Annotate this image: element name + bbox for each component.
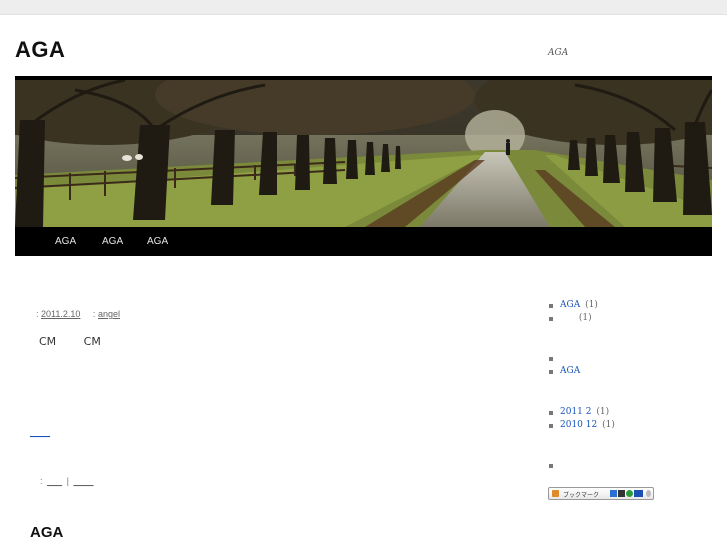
footer-prefix: : — [40, 476, 43, 486]
page-item: AGA — [548, 365, 580, 378]
bookmark-label: ブックマーク — [563, 492, 600, 499]
plus-icon — [646, 490, 651, 497]
nav-item-2[interactable]: AGA — [102, 236, 123, 247]
meta-item — [548, 459, 560, 472]
buzzurl-icon — [634, 490, 643, 497]
date-prefix: : — [36, 309, 39, 319]
post-footer: : ___ | ____ — [40, 476, 95, 486]
post-body-text-1: CM — [39, 335, 57, 348]
page: AGA AGA AGA AGA AGA: 2011.2.10: angel … — [0, 15, 727, 545]
site-description: AGA — [548, 48, 569, 58]
post-body-text-2: CM — [83, 335, 101, 348]
archive-count: (1) — [602, 420, 615, 430]
pages-widget: AGA — [548, 352, 580, 378]
page-link[interactable]: AGA — [560, 366, 580, 376]
social-bookmark-button[interactable]: ブックマーク — [548, 487, 654, 500]
archive-item: 2011 2 (1) — [548, 406, 615, 419]
main-navigation: AGA AGA AGA — [15, 227, 712, 256]
bookmark-icon — [552, 490, 559, 497]
category-count: (1) — [578, 313, 592, 323]
post-date-link[interactable]: 2011.2.10 — [41, 309, 80, 319]
next-post-title[interactable]: AGA — [30, 524, 63, 541]
top-bar — [0, 0, 727, 15]
category-item: AGA (1) — [548, 299, 598, 312]
page-item — [548, 352, 580, 365]
site-title[interactable]: AGA — [15, 37, 65, 63]
header-banner-image — [15, 80, 712, 227]
nav-item-1[interactable]: AGA — [55, 236, 76, 247]
category-item: (1) — [548, 312, 598, 325]
post-category-link[interactable]: ___ — [47, 476, 62, 486]
post-body: CM CM — [39, 335, 125, 348]
meta-widget — [548, 459, 560, 472]
read-more-link[interactable]: ____ — [30, 427, 50, 437]
post-author-link[interactable]: angel — [98, 309, 120, 319]
nav-item-3[interactable]: AGA — [147, 236, 168, 247]
archive-link[interactable]: 2011 2 — [560, 407, 592, 417]
archive-link[interactable]: 2010 12 — [560, 420, 597, 430]
category-count: (1) — [585, 300, 598, 310]
post-comments-link[interactable]: ____ — [73, 476, 93, 486]
post-meta: : 2011.2.10 : angel — [36, 309, 120, 319]
archive-count: (1) — [596, 407, 610, 417]
hatena-icon — [610, 490, 617, 497]
category-link[interactable]: AGA — [560, 300, 580, 310]
categories-widget: AGA (1) (1) — [548, 299, 598, 325]
delicious-icon — [618, 490, 625, 497]
footer-separator: | — [66, 476, 69, 486]
author-prefix: : — [92, 309, 96, 319]
livedoor-icon — [626, 490, 633, 497]
archive-item: 2010 12 (1) — [548, 419, 615, 432]
archives-widget: 2011 2 (1) 2010 12 (1) — [548, 406, 615, 432]
